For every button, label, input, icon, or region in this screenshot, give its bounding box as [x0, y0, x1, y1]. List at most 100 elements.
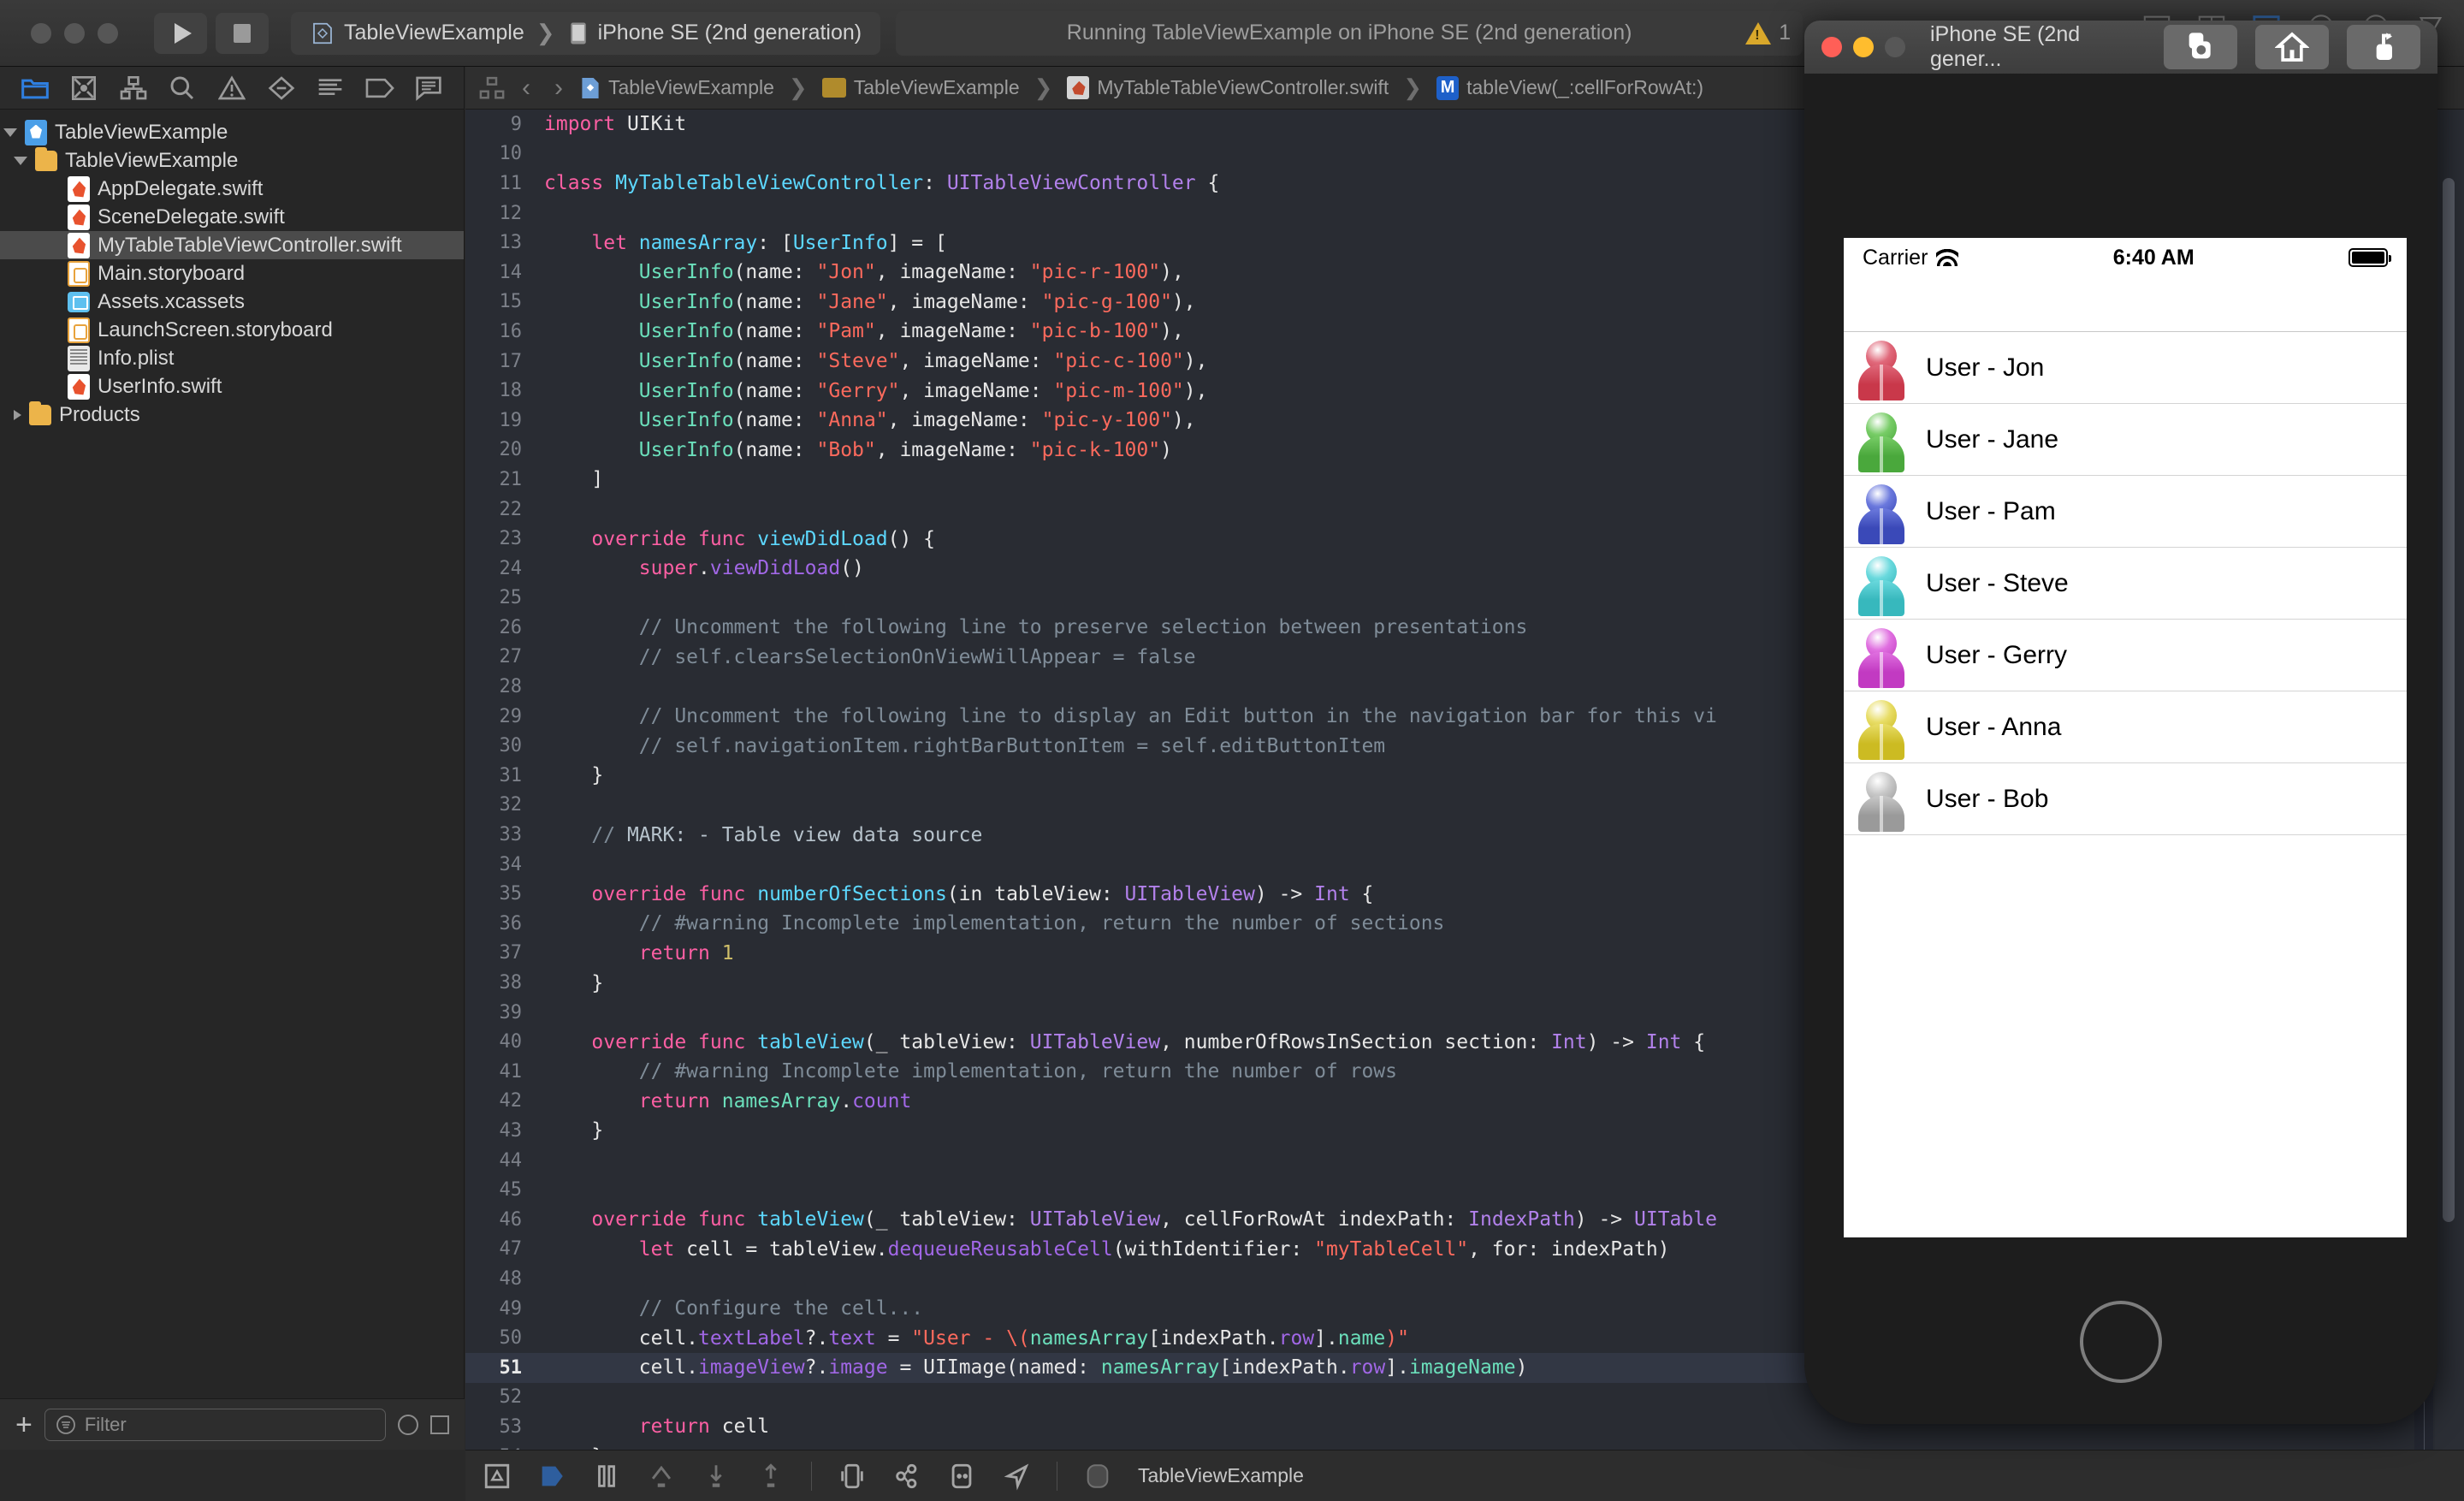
navigator-tab-symbols[interactable] — [109, 70, 158, 106]
share-button[interactable] — [2347, 25, 2420, 69]
step-over-icon[interactable] — [647, 1462, 676, 1491]
navigator-tab-find[interactable] — [158, 70, 208, 106]
code-line-text: // #warning Incomplete implementation, r… — [544, 1060, 1397, 1083]
step-out-icon[interactable] — [756, 1462, 785, 1491]
screenshot-button[interactable] — [2164, 25, 2237, 69]
method-badge-icon: M — [1436, 75, 1460, 100]
close-simulator-button[interactable] — [1821, 37, 1842, 57]
minimize-simulator-button[interactable] — [1853, 37, 1874, 57]
code-line-text: // Uncomment the following line to prese… — [544, 616, 1528, 639]
filter-input[interactable]: Filter — [44, 1408, 386, 1441]
filter-placeholder-text: Filter — [84, 1413, 127, 1435]
navigator-item-launchscreen-storyboard[interactable]: LaunchScreen.storyboard — [0, 316, 464, 344]
breadcrumb-file[interactable]: MyTableTableViewController.swift — [1067, 76, 1389, 99]
line-number: 34 — [499, 853, 523, 875]
table-row[interactable]: User - Steve — [1844, 548, 2407, 620]
source-control-filter-icon[interactable] — [430, 1415, 449, 1434]
line-number: 52 — [499, 1386, 523, 1409]
navigator-tab-reports[interactable] — [405, 70, 454, 106]
table-row-label: User - Pam — [1926, 496, 2056, 525]
avatar-body — [1858, 579, 1904, 616]
disclosure-triangle-icon[interactable] — [14, 409, 21, 420]
scheme-selector[interactable]: TableViewExample ❯ iPhone SE (2nd genera… — [291, 11, 881, 55]
breadcrumb-group[interactable]: TableViewExample — [821, 76, 1020, 99]
zoom-window-button[interactable] — [98, 22, 118, 44]
navigate-icon[interactable] — [1002, 1462, 1031, 1491]
navigator-tab-project[interactable] — [10, 70, 60, 106]
table-row[interactable]: User - Gerry — [1844, 620, 2407, 691]
close-window-button[interactable] — [31, 22, 51, 44]
activity-status-bar[interactable]: Running TableViewExample on iPhone SE (2… — [896, 10, 1804, 56]
navigator-item-tableviewexample[interactable]: TableViewExample — [0, 146, 464, 175]
table-row[interactable]: User - Jane — [1844, 404, 2407, 476]
breadcrumb-label: tableView(_:cellForRowAt:) — [1466, 76, 1704, 98]
table-row[interactable]: User - Anna — [1844, 691, 2407, 763]
editor-vertical-scrollbar[interactable] — [2435, 110, 2464, 1450]
navigator-pane: TableViewExample TableViewExample AppDeleg… — [0, 67, 465, 1450]
navigator-tab-breakpoints[interactable] — [355, 70, 405, 106]
toolbar-divider — [811, 1461, 812, 1491]
recent-files-filter-icon[interactable] — [398, 1414, 418, 1435]
table-view[interactable]: User - Jon User - Jane User - Pam User - St… — [1844, 332, 2407, 835]
simulate-location-icon[interactable] — [947, 1462, 976, 1491]
console-toggle-icon[interactable] — [483, 1462, 512, 1491]
navigator-item-tableviewexample[interactable]: TableViewExample — [0, 118, 464, 146]
breadcrumb-project[interactable]: TableViewExample — [580, 75, 774, 101]
disclosure-triangle-icon[interactable] — [14, 156, 27, 165]
line-number: 29 — [499, 705, 523, 727]
carrier-group: Carrier — [1863, 246, 1959, 270]
simulator-screen[interactable]: Carrier 6:40 AM User - Jon User - Jane Use… — [1844, 238, 2407, 1237]
minimize-window-button[interactable] — [64, 22, 85, 44]
pause-icon[interactable] — [592, 1462, 621, 1491]
navigator-tab-issues[interactable] — [207, 70, 257, 106]
swift-file-icon — [1067, 76, 1090, 99]
navigator-tab-tests[interactable] — [257, 70, 306, 106]
breadcrumb-symbol[interactable]: M tableView(_:cellForRowAt:) — [1436, 75, 1704, 100]
zoom-simulator-button[interactable] — [1885, 37, 1905, 57]
navigator-item-info-plist[interactable]: Info.plist — [0, 344, 464, 372]
back-button[interactable]: ‹ — [515, 74, 537, 103]
code-line[interactable]: 54 } — [465, 1442, 2464, 1450]
xcode-project-icon — [582, 77, 599, 98]
navigator-item-scenedelegate-swift[interactable]: SceneDelegate.swift — [0, 203, 464, 231]
related-items-icon[interactable] — [479, 75, 505, 101]
view-hierarchy-icon[interactable] — [838, 1462, 867, 1491]
scheme-device-label: iPhone SE (2nd generation) — [597, 21, 862, 44]
home-button-toolbar[interactable] — [2255, 25, 2329, 69]
stop-button[interactable] — [216, 12, 269, 54]
line-number: 10 — [499, 143, 523, 165]
line-number: 42 — [499, 1090, 523, 1112]
navigator-item-mytabletableviewcontroller-swift[interactable]: MyTableTableViewController.swift — [0, 231, 464, 259]
navigator-item-main-storyboard[interactable]: Main.storyboard — [0, 259, 464, 288]
navigator-item-userinfo-swift[interactable]: UserInfo.swift — [0, 372, 464, 400]
table-row-label: User - Bob — [1926, 784, 2049, 813]
navigator-item-assets-xcassets[interactable]: Assets.xcassets — [0, 288, 464, 316]
memory-graph-icon[interactable] — [892, 1462, 921, 1491]
table-row[interactable]: User - Jon — [1844, 332, 2407, 404]
line-number: 44 — [499, 1149, 523, 1172]
code-line-text: } — [544, 764, 604, 787]
home-button-circle[interactable] — [2080, 1301, 2162, 1383]
navigator-item-label: AppDelegate.swift — [98, 176, 264, 200]
scrollbar-thumb[interactable] — [2443, 178, 2455, 1222]
run-button[interactable] — [154, 12, 207, 54]
add-file-button[interactable]: + — [15, 1410, 33, 1439]
line-number: 20 — [499, 439, 523, 461]
table-row[interactable]: User - Pam — [1844, 476, 2407, 548]
navigator-item-products[interactable]: Products — [0, 400, 464, 429]
navigator-tab-debug[interactable] — [305, 70, 355, 106]
issue-warning-icon — [218, 74, 246, 99]
navigator-tab-source-control[interactable] — [60, 70, 110, 106]
step-into-icon[interactable] — [702, 1462, 731, 1491]
navigator-filter-bar: + Filter — [0, 1398, 465, 1450]
step-continue-icon[interactable] — [537, 1462, 566, 1491]
forward-button[interactable]: › — [548, 74, 570, 103]
navigator-item-label: TableViewExample — [55, 120, 228, 144]
navigator-item-appdelegate-swift[interactable]: AppDelegate.swift — [0, 175, 464, 203]
table-row[interactable]: User - Bob — [1844, 763, 2407, 835]
warning-indicator[interactable]: 1 — [1745, 17, 1791, 50]
breadcrumb-separator: ❯ — [1034, 74, 1053, 100]
disclosure-triangle-icon[interactable] — [3, 128, 17, 137]
